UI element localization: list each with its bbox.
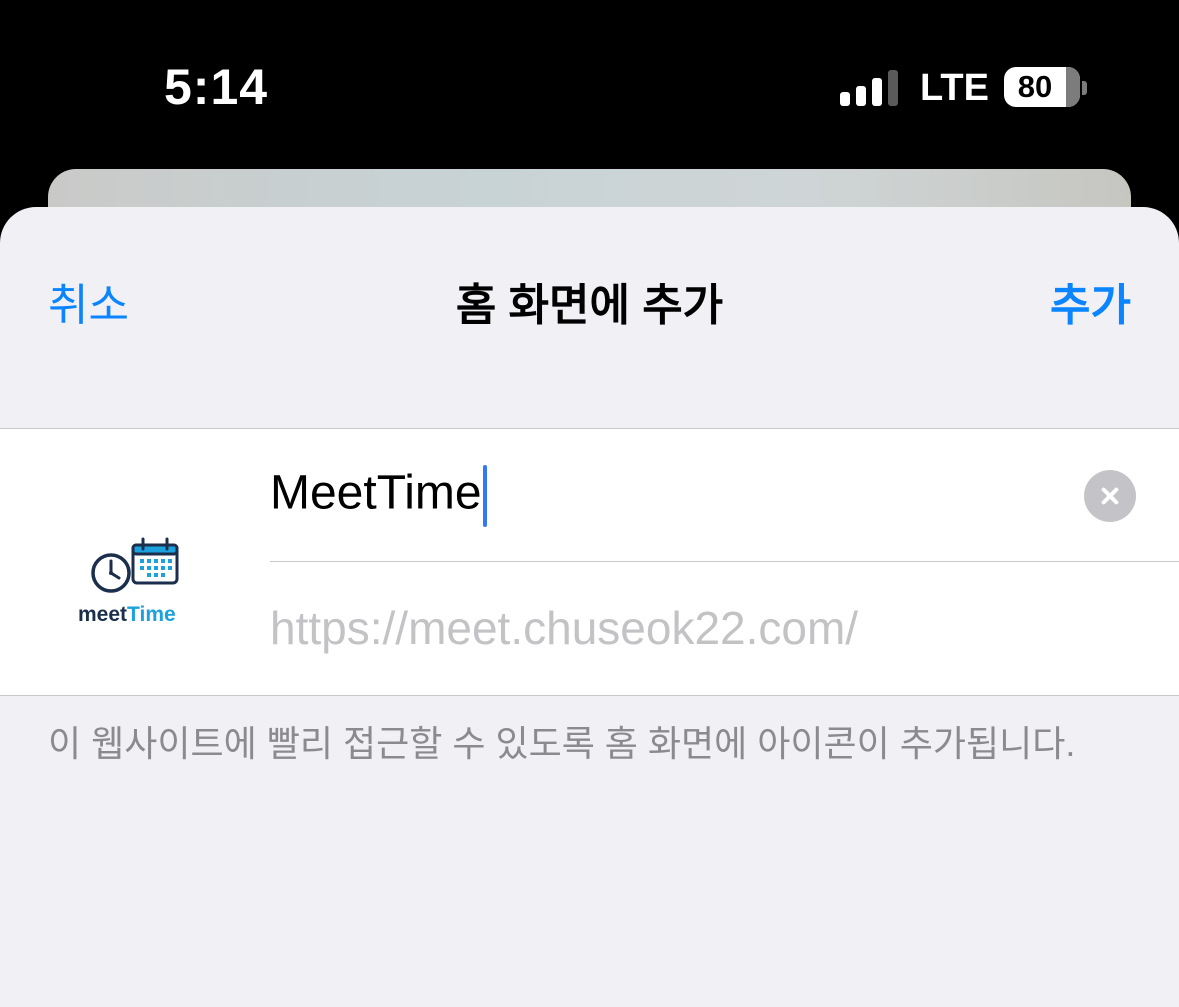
status-time: 5:14 bbox=[164, 59, 269, 115]
name-input[interactable]: MeetTime bbox=[270, 465, 487, 527]
network-type: LTE bbox=[920, 67, 989, 109]
url-field: https://meet.chuseok22.com/ bbox=[270, 602, 859, 654]
form-card: meetTime MeetTime https://meet.chuseok22… bbox=[0, 428, 1179, 696]
field-divider bbox=[270, 561, 1179, 562]
sheet-title: 홈 화면에 추가 bbox=[455, 281, 724, 330]
name-input-value: MeetTime bbox=[270, 466, 482, 520]
footer-note: 이 웹사이트에 빨리 접근할 수 있도록 홈 화면에 아이콘이 추가됩니다. bbox=[48, 723, 1076, 764]
add-to-home-sheet: 취소 홈 화면에 추가 추가 meetTime MeetTime https:/… bbox=[0, 207, 1179, 1007]
meettime-app-icon: meetTime bbox=[50, 493, 222, 643]
clear-text-button[interactable] bbox=[1084, 470, 1136, 522]
battery-tip bbox=[1082, 81, 1087, 95]
status-bar: 5:14 LTE 80 bbox=[0, 0, 1179, 170]
text-caret bbox=[482, 465, 487, 527]
logo-text-time: Time bbox=[127, 603, 176, 626]
cellular-signal-icon bbox=[840, 70, 898, 106]
logo-text-meet: meet bbox=[78, 603, 127, 626]
battery-level: 80 bbox=[1017, 69, 1053, 104]
svg-text:meetTime: meetTime bbox=[78, 603, 176, 626]
battery-icon: 80 bbox=[1004, 67, 1080, 107]
add-button[interactable]: 추가 bbox=[1050, 269, 1131, 333]
